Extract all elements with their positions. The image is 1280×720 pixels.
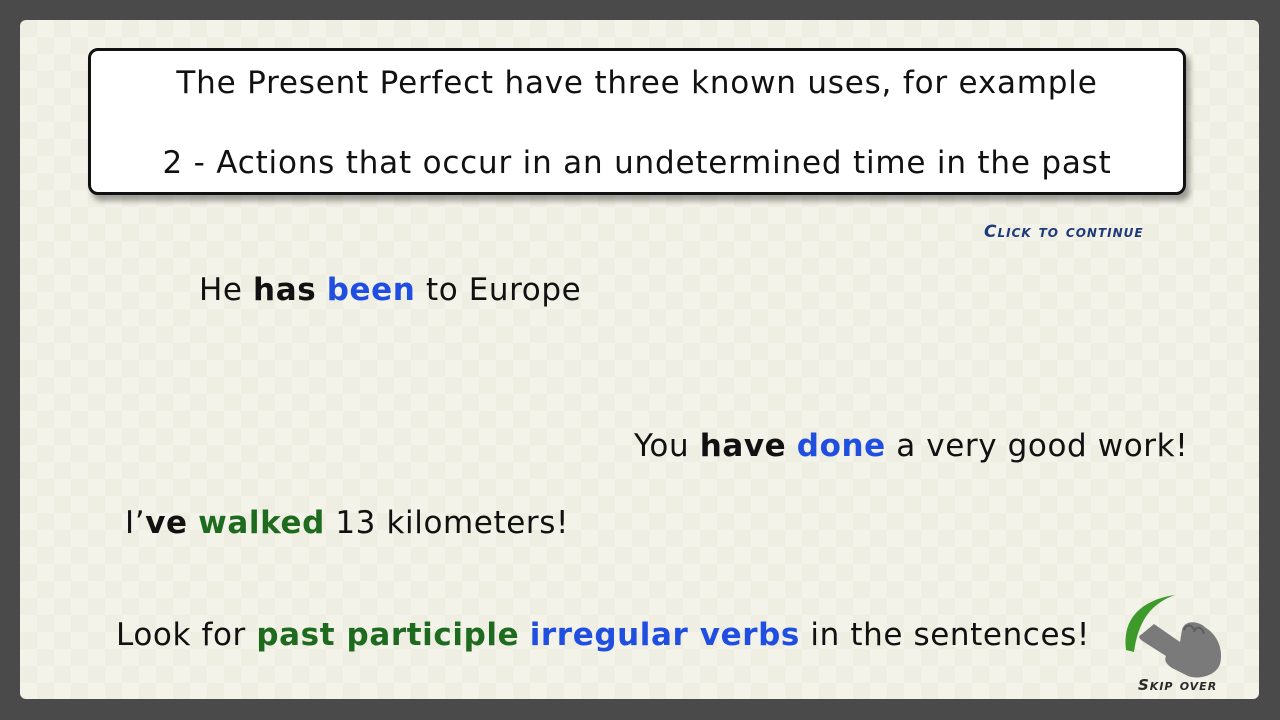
sentence-text: He: [199, 272, 254, 308]
auxiliary-verb: have: [699, 428, 787, 464]
auxiliary-verb: ve: [145, 505, 188, 541]
hand-pointer-icon: [1125, 595, 1222, 678]
title-box: The Present Perfect have three known use…: [88, 48, 1186, 195]
title-line-2: 2 - Actions that occur in an undetermine…: [162, 145, 1112, 181]
example-sentence-3: I’ve walked 13 kilometers!: [125, 505, 569, 541]
sentence-text: a very good work!: [885, 428, 1189, 464]
past-participle-irregular: been: [326, 272, 416, 308]
title-line-1: The Present Perfect have three known use…: [176, 65, 1098, 101]
slide-canvas: The Present Perfect have three known use…: [20, 20, 1259, 699]
auxiliary-verb: has: [253, 272, 317, 308]
sentence-text: I’: [125, 505, 146, 541]
instruction-sentence: Look for past participle irregular verbs…: [116, 617, 1090, 653]
example-sentence-1: He has been to Europe: [199, 272, 581, 308]
past-participle-regular: walked: [198, 505, 325, 541]
instruction-text: Look for: [116, 617, 257, 653]
skip-over-label: Skip over: [1138, 676, 1218, 694]
past-participle-term: past participle: [256, 617, 520, 653]
example-sentence-2: You have done a very good work!: [634, 428, 1188, 464]
sentence-text: You: [634, 428, 700, 464]
click-to-continue-link[interactable]: Click to continue: [984, 222, 1144, 242]
sentence-text: 13 kilometers!: [324, 505, 570, 541]
skip-over-button[interactable]: Skip over: [1120, 590, 1232, 698]
past-participle-irregular: done: [796, 428, 886, 464]
instruction-text: in the sentences!: [799, 617, 1090, 653]
irregular-verbs-term: irregular verbs: [529, 617, 800, 653]
sentence-text: to Europe: [415, 272, 582, 308]
